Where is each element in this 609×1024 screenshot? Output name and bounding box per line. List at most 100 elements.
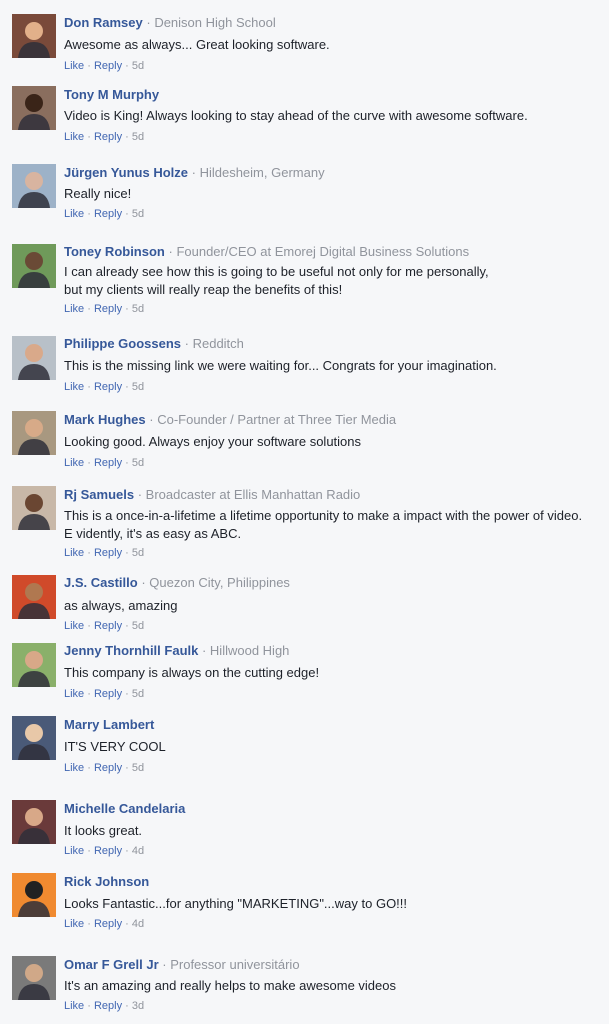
reply-link[interactable]: Reply [94, 381, 122, 393]
like-link[interactable]: Like [64, 381, 84, 393]
separator-dot: · [181, 336, 193, 351]
separator-dot: · [122, 918, 132, 930]
separator-dot: · [122, 303, 132, 315]
like-link[interactable]: Like [64, 547, 84, 559]
separator-dot: · [84, 620, 94, 632]
author-name-link[interactable]: Philippe Goossens [64, 336, 181, 351]
separator-dot: · [122, 620, 132, 632]
like-link[interactable]: Like [64, 60, 84, 72]
reply-link[interactable]: Reply [94, 845, 122, 857]
comment-actions: Like · Reply · 5d [64, 302, 144, 316]
like-link[interactable]: Like [64, 1000, 84, 1012]
avatar-photo [12, 336, 56, 380]
avatar[interactable] [12, 86, 56, 130]
like-link[interactable]: Like [64, 918, 84, 930]
separator-dot: · [198, 643, 210, 658]
reply-link[interactable]: Reply [94, 303, 122, 315]
author-name-link[interactable]: Omar F Grell Jr [64, 957, 159, 972]
avatar[interactable] [12, 956, 56, 1000]
avatar[interactable] [12, 164, 56, 208]
avatar[interactable] [12, 716, 56, 760]
comment-header: Omar F Grell Jr · Professor universitári… [64, 957, 300, 973]
avatar[interactable] [12, 14, 56, 58]
reply-link[interactable]: Reply [94, 457, 122, 469]
comment-header: Michelle Candelaria [64, 801, 185, 817]
comment-actions: Like · Reply · 5d [64, 761, 144, 775]
like-link[interactable]: Like [64, 208, 84, 220]
like-link[interactable]: Like [64, 303, 84, 315]
comment-timestamp[interactable]: 5d [132, 547, 144, 559]
like-link[interactable]: Like [64, 457, 84, 469]
comment-text: This is a once-in-a-lifetime a lifetime … [64, 508, 583, 523]
avatar[interactable] [12, 873, 56, 917]
separator-dot: · [84, 547, 94, 559]
comment-timestamp[interactable]: 4d [132, 918, 144, 930]
avatar[interactable] [12, 643, 56, 687]
separator-dot: · [122, 131, 132, 143]
author-name-link[interactable]: Rj Samuels [64, 487, 134, 502]
author-name-link[interactable]: Mark Hughes [64, 412, 146, 427]
like-link[interactable]: Like [64, 762, 84, 774]
reply-link[interactable]: Reply [94, 762, 122, 774]
like-link[interactable]: Like [64, 845, 84, 857]
like-link[interactable]: Like [64, 688, 84, 700]
comment-timestamp[interactable]: 5d [132, 381, 144, 393]
author-affiliation: Co-Founder / Partner at Three Tier Media [157, 412, 397, 427]
separator-dot: · [84, 1000, 94, 1012]
avatar-photo [12, 164, 56, 208]
comment-timestamp[interactable]: 5d [132, 457, 144, 469]
avatar-photo [12, 486, 56, 530]
like-link[interactable]: Like [64, 131, 84, 143]
comment-timestamp[interactable]: 5d [132, 208, 144, 220]
reply-link[interactable]: Reply [94, 620, 122, 632]
avatar[interactable] [12, 411, 56, 455]
avatar[interactable] [12, 244, 56, 288]
avatar-photo [12, 86, 56, 130]
author-name-link[interactable]: Jürgen Yunus Holze [64, 165, 188, 180]
comment-header: Rj Samuels · Broadcaster at Ellis Manhat… [64, 487, 360, 503]
comment-timestamp[interactable]: 5d [132, 620, 144, 632]
reply-link[interactable]: Reply [94, 131, 122, 143]
avatar[interactable] [12, 336, 56, 380]
comment-timestamp[interactable]: 5d [132, 688, 144, 700]
separator-dot: · [122, 688, 132, 700]
comment-timestamp[interactable]: 5d [132, 762, 144, 774]
comment-header: Jürgen Yunus Holze · Hildesheim, Germany [64, 165, 325, 181]
author-name-link[interactable]: Jenny Thornhill Faulk [64, 643, 198, 658]
separator-dot: · [122, 1000, 132, 1012]
separator-dot: · [122, 60, 132, 72]
comment-timestamp[interactable]: 3d [132, 1000, 144, 1012]
author-name-link[interactable]: Michelle Candelaria [64, 801, 185, 816]
reply-link[interactable]: Reply [94, 547, 122, 559]
author-name-link[interactable]: Tony M Murphy [64, 87, 159, 102]
comment-header: Toney Robinson · Founder/CEO at Emorej D… [64, 244, 469, 260]
author-name-link[interactable]: Rick Johnson [64, 874, 149, 889]
separator-dot: · [137, 575, 150, 590]
author-name-link[interactable]: J.S. Castillo [64, 575, 138, 590]
reply-link[interactable]: Reply [94, 688, 122, 700]
author-name-link[interactable]: Don Ramsey [64, 15, 143, 30]
reply-link[interactable]: Reply [94, 918, 122, 930]
avatar[interactable] [12, 486, 56, 530]
comment-timestamp[interactable]: 4d [132, 845, 144, 857]
comment-text: I can already see how this is going to b… [64, 264, 489, 279]
author-name-link[interactable]: Marry Lambert [64, 717, 154, 732]
comment-timestamp[interactable]: 5d [132, 60, 144, 72]
avatar-photo [12, 716, 56, 760]
separator-dot: · [122, 547, 132, 559]
avatar[interactable] [12, 800, 56, 844]
author-affiliation: Founder/CEO at Emorej Digital Business S… [176, 244, 470, 259]
reply-link[interactable]: Reply [94, 1000, 122, 1012]
comment-timestamp[interactable]: 5d [132, 303, 144, 315]
like-link[interactable]: Like [64, 620, 84, 632]
comment-text: E vidently, it's as easy as ABC. [64, 526, 242, 541]
comment-timestamp[interactable]: 5d [132, 131, 144, 143]
author-name-link[interactable]: Toney Robinson [64, 244, 165, 259]
reply-link[interactable]: Reply [94, 60, 122, 72]
separator-dot: · [145, 412, 158, 427]
author-affiliation: Hillwood High [209, 643, 290, 658]
avatar-photo [12, 643, 56, 687]
avatar[interactable] [12, 575, 56, 619]
reply-link[interactable]: Reply [94, 208, 122, 220]
comment-header: Mark Hughes · Co-Founder / Partner at Th… [64, 412, 396, 428]
